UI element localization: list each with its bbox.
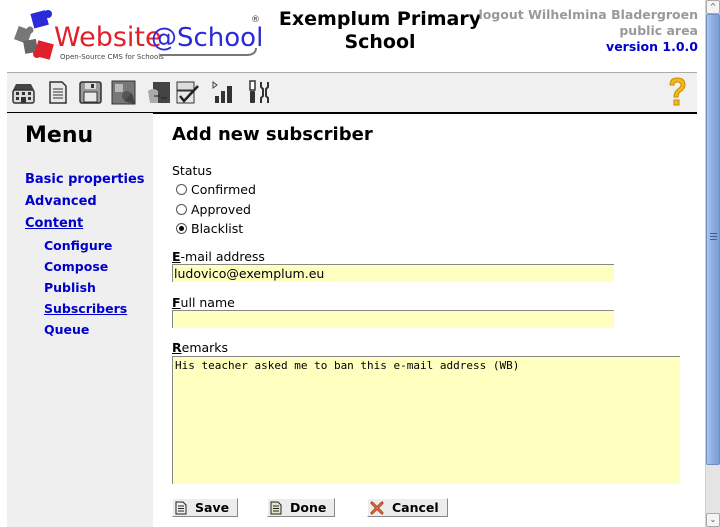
svg-text:Website: Website — [54, 22, 162, 53]
tools-icon[interactable] — [245, 79, 272, 106]
configuration-manager-icon[interactable] — [174, 79, 201, 106]
admin-toolbar — [7, 72, 697, 114]
email-label-text: -mail address — [180, 249, 265, 264]
site-title-line2: School — [344, 31, 416, 53]
cancel-button[interactable]: Cancel — [367, 498, 448, 517]
puzzle-logo-icon: Website @School Open-Source CMS for Scho… — [14, 10, 263, 61]
remarks-textarea[interactable]: His teacher asked me to ban this e-mail … — [172, 356, 680, 484]
status-option-confirmed[interactable]: Confirmed — [176, 182, 256, 197]
site-title-line1: Exemplum Primary — [278, 8, 482, 30]
public-area-link[interactable]: public area — [619, 23, 698, 38]
radio-confirmed[interactable] — [176, 184, 187, 195]
email-accesskey: E — [172, 249, 181, 264]
remarks-label-text: emarks — [181, 340, 229, 355]
user-info: logout Wilhelmina Bladergroen public are… — [478, 7, 698, 55]
sidebar-item-subscribers[interactable]: Subscribers — [44, 299, 153, 318]
radio-label: Approved — [191, 202, 251, 217]
page: Website @School Open-Source CMS for Scho… — [0, 0, 703, 527]
scroll-down-arrow-icon[interactable]: ⌄ — [706, 513, 720, 527]
scrollbar-thumb[interactable] — [706, 14, 720, 465]
cancel-x-icon — [370, 501, 384, 514]
site-logo[interactable]: Website @School Open-Source CMS for Scho… — [10, 8, 265, 66]
radio-blacklist[interactable] — [176, 223, 187, 234]
grip-icon — [710, 233, 717, 240]
start-center-icon[interactable] — [10, 79, 37, 106]
vertical-scrollbar[interactable]: ^ ⌄ — [705, 0, 720, 527]
document-done-icon — [270, 501, 282, 514]
version-link[interactable]: version 1.0.0 — [606, 39, 698, 54]
done-label: Done — [290, 500, 327, 515]
radio-label: Blacklist — [191, 221, 244, 236]
sidebar-item-queue[interactable]: Queue — [44, 320, 153, 339]
sidebar-item-compose[interactable]: Compose — [44, 257, 153, 276]
status-option-approved[interactable]: Approved — [176, 202, 251, 217]
fullname-label: Full name — [172, 295, 235, 310]
scroll-up-arrow-icon[interactable]: ^ — [706, 0, 720, 14]
sidebar-item-content[interactable]: Content — [25, 214, 153, 233]
sidebar: Menu Basic properties Advanced Content C… — [7, 113, 153, 527]
svg-text:Open-Source CMS for Schools: Open-Source CMS for Schools — [60, 53, 164, 61]
cancel-label: Cancel — [392, 500, 439, 515]
status-option-blacklist[interactable]: Blacklist — [176, 221, 243, 236]
sidebar-item-configure[interactable]: Configure — [44, 236, 153, 255]
page-manager-icon[interactable] — [44, 79, 71, 106]
modules-icon[interactable] — [110, 79, 137, 106]
email-label: E-mail address — [172, 249, 265, 264]
done-button[interactable]: Done — [267, 498, 336, 517]
radio-approved[interactable] — [176, 204, 187, 215]
sidebar-item-basic-properties[interactable]: Basic properties — [25, 170, 153, 189]
sidebar-item-publish[interactable]: Publish — [44, 278, 153, 297]
fullname-label-text: ull name — [180, 295, 235, 310]
remarks-label: Remarks — [172, 340, 228, 355]
email-field[interactable]: ludovico@exemplum.eu — [172, 264, 614, 282]
menu-title: Menu — [25, 123, 94, 148]
save-button[interactable]: Save — [172, 498, 239, 517]
save-label: Save — [195, 500, 230, 515]
fullname-field[interactable] — [172, 310, 614, 328]
file-manager-icon[interactable] — [77, 79, 104, 106]
site-title: Exemplum Primary School — [270, 8, 490, 54]
svg-text:@School: @School — [151, 23, 263, 53]
sidebar-item-advanced[interactable]: Advanced — [25, 192, 153, 211]
help-icon[interactable] — [665, 76, 689, 108]
account-manager-icon[interactable] — [145, 79, 172, 106]
remarks-accesskey: R — [172, 340, 182, 355]
statistics-icon[interactable] — [210, 79, 237, 106]
radio-label: Confirmed — [191, 182, 256, 197]
logout-link[interactable]: logout Wilhelmina Bladergroen — [478, 7, 698, 22]
svg-text:®: ® — [251, 15, 260, 25]
status-label: Status — [172, 163, 212, 178]
fullname-accesskey: F — [172, 295, 181, 310]
page-title: Add new subscriber — [172, 124, 373, 145]
document-icon — [175, 501, 187, 514]
sidebar-menu: Basic properties Advanced Content Config… — [25, 170, 153, 341]
